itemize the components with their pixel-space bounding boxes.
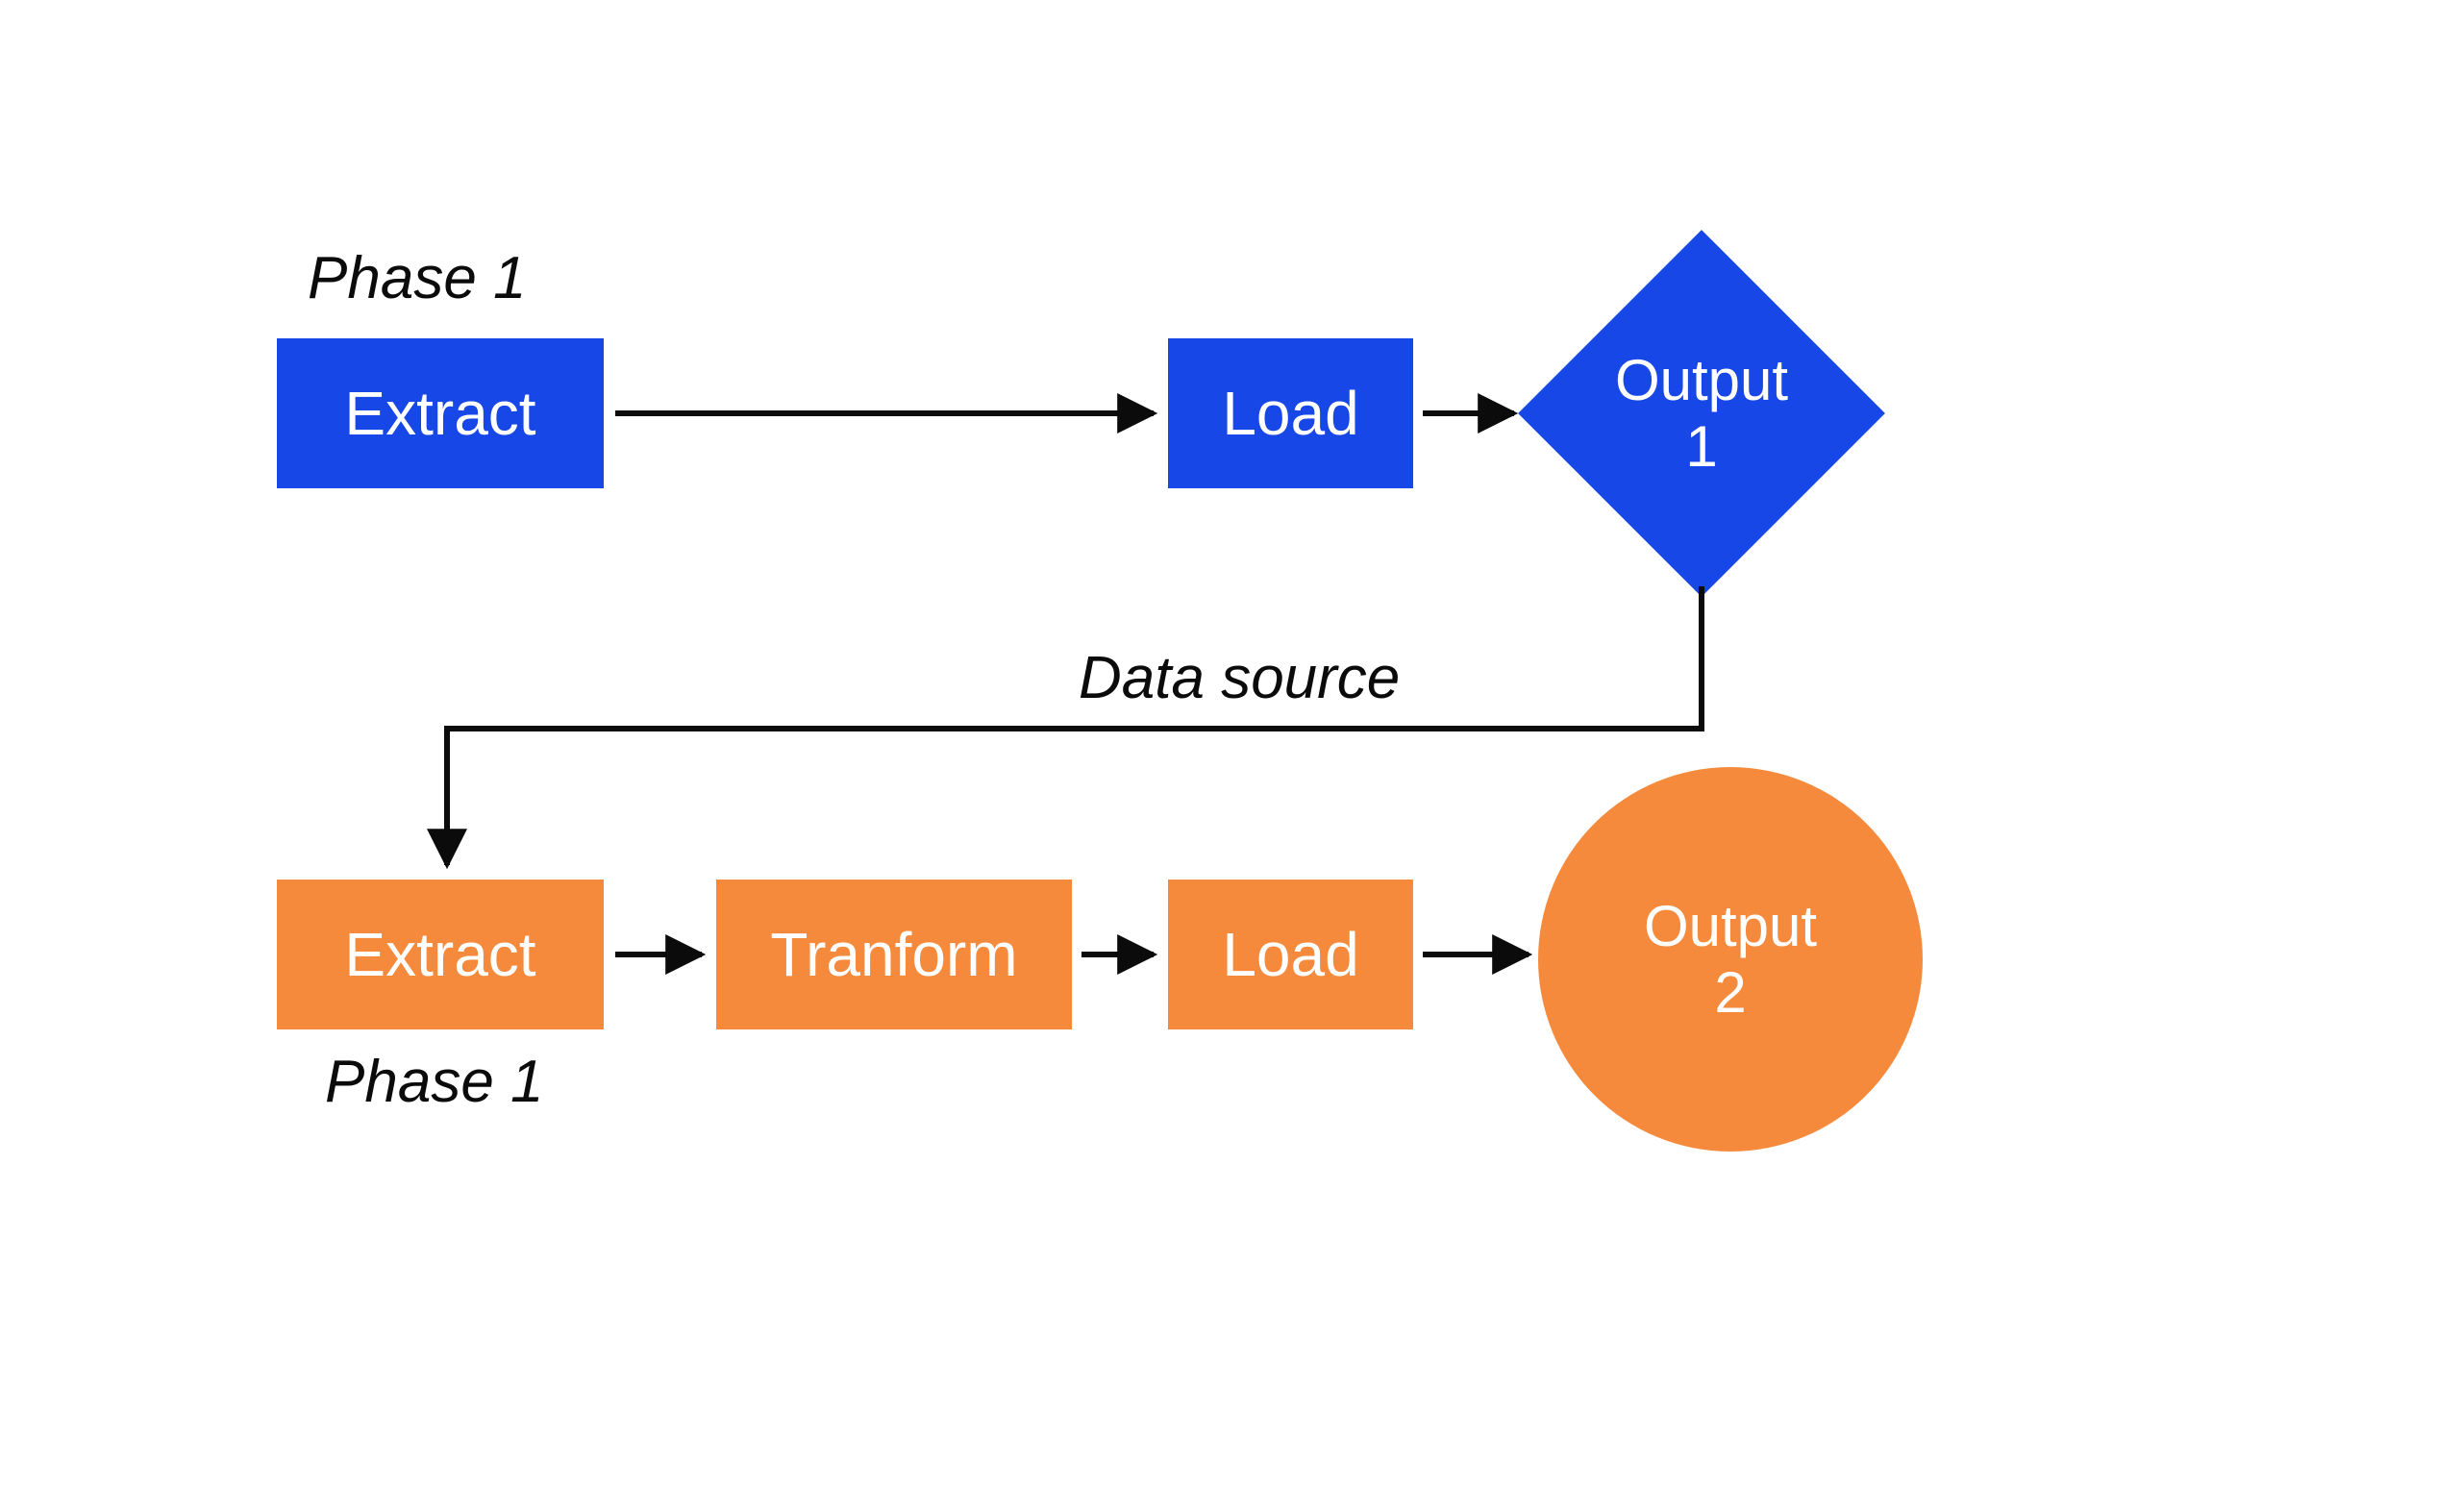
phase2-load-text: Load <box>1222 919 1358 990</box>
etl-diagram: Phase 1 Extract Load Output1 Data source… <box>0 0 2461 1512</box>
phase2-extract-box: Extract <box>277 880 604 1029</box>
phase2-output-circle: Output2 <box>1538 767 1923 1152</box>
phase1-load-text: Load <box>1222 378 1358 449</box>
phase2-output-text: Output2 <box>1644 893 1817 1026</box>
connectors-svg <box>0 0 2461 1512</box>
phase1-extract-text: Extract <box>344 378 535 449</box>
phase1-label-top: Phase 1 <box>308 244 527 312</box>
phase1-output-text: Output1 <box>1615 347 1788 480</box>
phase2-transform-box: Tranform <box>716 880 1072 1029</box>
arrow-output1-to-extract2 <box>447 586 1702 865</box>
phase2-load-box: Load <box>1168 880 1413 1029</box>
phase1-output-diamond: Output1 <box>1519 231 1884 596</box>
phase1-extract-box: Extract <box>277 338 604 488</box>
data-source-label: Data source <box>1079 644 1400 712</box>
phase2-label-bottom: Phase 1 <box>325 1048 544 1116</box>
phase1-load-box: Load <box>1168 338 1413 488</box>
phase2-extract-text: Extract <box>344 919 535 990</box>
phase2-transform-text: Tranform <box>770 919 1017 990</box>
